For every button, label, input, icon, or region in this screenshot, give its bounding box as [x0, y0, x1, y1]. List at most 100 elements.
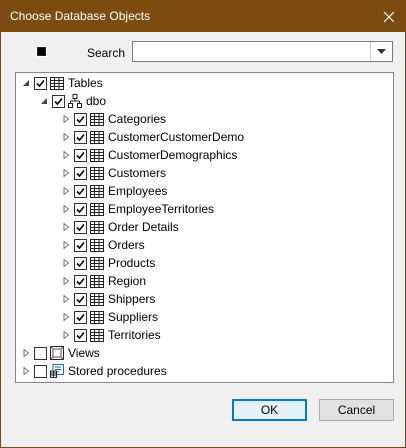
tree-node-tables[interactable]: Tables	[20, 74, 103, 92]
close-icon	[383, 11, 395, 22]
expander-toggle[interactable]	[60, 203, 72, 215]
expander-toggle[interactable]	[60, 167, 72, 179]
tree-node-table[interactable]: EmployeeTerritories	[60, 200, 214, 218]
expander-toggle[interactable]	[60, 221, 72, 233]
row-checkbox[interactable]	[74, 220, 87, 234]
table-icon	[90, 328, 104, 342]
checkmark-icon	[76, 133, 85, 141]
select-all-toggle[interactable]	[33, 43, 50, 60]
collapsed-arrow-icon	[63, 151, 70, 159]
checkmark-icon	[76, 259, 85, 267]
tree-node-table[interactable]: Territories	[60, 326, 161, 344]
row-checkbox[interactable]	[74, 256, 87, 270]
tree-node-table[interactable]: Employees	[60, 182, 167, 200]
collapsed-arrow-icon	[63, 169, 70, 177]
tree-node-table[interactable]: Suppliers	[60, 308, 158, 326]
row-label: Stored procedures	[68, 364, 167, 378]
tree-node-views[interactable]: Views	[20, 344, 100, 362]
row-icon	[90, 274, 104, 288]
row-label: Suppliers	[108, 310, 159, 324]
checkmark-icon	[76, 241, 85, 249]
row-icon	[90, 292, 104, 306]
row-label: Tables	[68, 76, 103, 90]
search-label: Search	[87, 46, 126, 60]
row-checkbox[interactable]	[74, 112, 87, 126]
expander-toggle[interactable]	[60, 185, 72, 197]
row-label: CustomerDemographics	[108, 148, 238, 162]
row-icon	[90, 256, 104, 270]
tree-node-table[interactable]: Orders	[60, 236, 145, 254]
object-tree[interactable]: Tables dbo Categories CustomerCustomerDemo C…	[15, 72, 394, 383]
expander-toggle[interactable]	[60, 275, 72, 287]
expander-toggle[interactable]	[60, 293, 72, 305]
row-icon	[68, 94, 82, 108]
stored-procedure-icon	[50, 364, 64, 378]
tree-node-table[interactable]: Categories	[60, 110, 166, 128]
tree-node-table[interactable]: CustomerDemographics	[60, 146, 237, 164]
expander-toggle[interactable]	[60, 329, 72, 341]
search-dropdown-button[interactable]	[370, 42, 392, 61]
table-icon	[90, 202, 104, 216]
tree-node-table[interactable]: CustomerCustomerDemo	[60, 128, 244, 146]
row-checkbox[interactable]	[74, 238, 87, 252]
table-icon	[90, 148, 104, 162]
row-icon	[90, 202, 104, 216]
row-checkbox[interactable]	[74, 310, 87, 324]
checkmark-icon	[54, 97, 63, 105]
checkmark-icon	[76, 115, 85, 123]
tree-node-dbo[interactable]: dbo	[38, 92, 106, 110]
row-icon	[50, 346, 64, 360]
close-button[interactable]	[373, 1, 405, 32]
expander-toggle[interactable]	[60, 131, 72, 143]
collapsed-arrow-icon	[23, 367, 30, 375]
expander-toggle[interactable]	[38, 95, 50, 107]
row-checkbox[interactable]	[74, 274, 87, 288]
collapsed-arrow-icon	[63, 133, 70, 141]
expander-toggle[interactable]	[60, 311, 72, 323]
table-icon	[90, 238, 104, 252]
row-label: Order Details	[108, 220, 179, 234]
tree-node-stored-procedures[interactable]: Stored procedures	[20, 362, 167, 380]
expander-toggle[interactable]	[20, 365, 32, 377]
row-checkbox[interactable]	[74, 202, 87, 216]
row-checkbox[interactable]	[34, 346, 47, 360]
expander-toggle[interactable]	[60, 239, 72, 251]
expander-toggle[interactable]	[60, 257, 72, 269]
checkmark-icon	[76, 331, 85, 339]
collapsed-arrow-icon	[63, 205, 70, 213]
row-checkbox[interactable]	[74, 184, 87, 198]
expander-toggle[interactable]	[60, 149, 72, 161]
table-icon	[90, 256, 104, 270]
row-checkbox[interactable]	[52, 94, 65, 108]
row-checkbox[interactable]	[74, 130, 87, 144]
checkmark-icon	[76, 295, 85, 303]
tree-node-table[interactable]: Shippers	[60, 290, 155, 308]
tree-node-table[interactable]: Region	[60, 272, 146, 290]
checkmark-icon	[76, 223, 85, 231]
row-label: Categories	[108, 112, 167, 126]
tree-node-table[interactable]: Customers	[60, 164, 166, 182]
expander-toggle[interactable]	[20, 347, 32, 359]
row-label: Views	[68, 346, 100, 360]
row-checkbox[interactable]	[74, 166, 87, 180]
collapsed-arrow-icon	[63, 241, 70, 249]
expander-toggle[interactable]	[20, 77, 32, 89]
row-label: Region	[108, 274, 147, 288]
row-checkbox[interactable]	[34, 364, 47, 378]
collapsed-arrow-icon	[63, 277, 70, 285]
row-checkbox[interactable]	[34, 76, 47, 90]
row-label: Territories	[108, 328, 161, 342]
ok-button[interactable]: OK	[232, 399, 307, 421]
tree-node-table[interactable]: Order Details	[60, 218, 179, 236]
row-checkbox[interactable]	[74, 148, 87, 162]
row-icon	[90, 310, 104, 324]
expander-toggle[interactable]	[60, 113, 72, 125]
search-combobox[interactable]	[132, 41, 393, 62]
title-bar: Choose Database Objects	[1, 1, 405, 32]
row-checkbox[interactable]	[74, 292, 87, 306]
tree-node-table[interactable]: Products	[60, 254, 155, 272]
row-checkbox[interactable]	[74, 328, 87, 342]
search-input[interactable]	[135, 43, 365, 60]
collapsed-arrow-icon	[63, 115, 70, 123]
cancel-button[interactable]: Cancel	[319, 399, 394, 421]
